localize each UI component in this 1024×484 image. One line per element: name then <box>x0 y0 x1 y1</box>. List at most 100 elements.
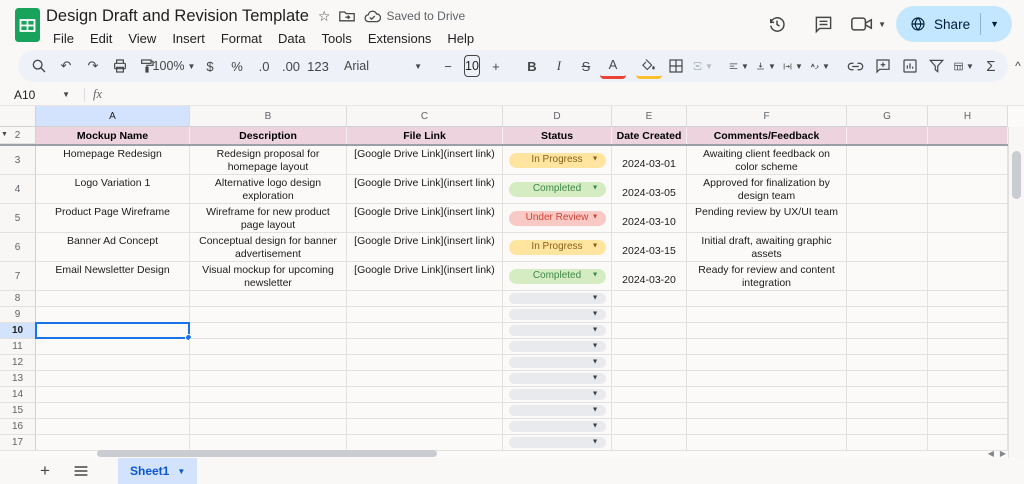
cell-E8[interactable] <box>612 291 687 307</box>
cell-G17[interactable] <box>847 435 928 451</box>
insert-comment-icon[interactable] <box>870 53 896 79</box>
cell-C3[interactable]: [Google Drive Link](insert link) <box>347 146 503 175</box>
star-icon[interactable]: ☆ <box>318 8 331 25</box>
cell-B5[interactable]: Wireframe for new product page layout <box>190 204 347 233</box>
cell-H13[interactable] <box>928 371 1008 387</box>
chip-caret-icon[interactable]: ▼ <box>592 390 599 399</box>
table-views-icon[interactable]: ▼ <box>951 53 977 79</box>
cell-G9[interactable] <box>847 307 928 323</box>
row-header-17[interactable]: 17 <box>0 435 36 451</box>
row-header-3[interactable]: 3 <box>0 146 36 175</box>
cell-D5[interactable]: Under Review ▼ <box>503 204 612 233</box>
add-sheet-icon[interactable]: + <box>30 459 60 483</box>
cell-G13[interactable] <box>847 371 928 387</box>
search-icon[interactable] <box>26 53 52 79</box>
chip-caret-icon[interactable]: ▼ <box>592 185 599 194</box>
status-chip[interactable]: ▼ <box>508 341 606 352</box>
cell-B13[interactable] <box>190 371 347 387</box>
cell-D14[interactable]: ▼ <box>503 387 612 403</box>
row-header-15[interactable]: 15 <box>0 403 36 419</box>
vertical-align-icon[interactable]: ▼ <box>753 53 779 79</box>
sheet-tab-sheet1[interactable]: Sheet1 ▼ <box>118 458 198 484</box>
cell-H3[interactable] <box>928 146 1008 175</box>
menu-tools[interactable]: Tools <box>314 29 358 48</box>
cell-C10[interactable] <box>347 323 503 339</box>
cell-C12[interactable] <box>347 355 503 371</box>
status-chip[interactable]: ▼ <box>508 325 606 336</box>
cell-C11[interactable] <box>347 339 503 355</box>
column-header-F[interactable]: F <box>687 106 847 127</box>
cell-A8[interactable] <box>36 291 190 307</box>
format-currency-icon[interactable]: $ <box>197 53 223 79</box>
cell-G5[interactable] <box>847 204 928 233</box>
cell-G10[interactable] <box>847 323 928 339</box>
scroll-right-icon[interactable]: ▶ <box>1000 449 1006 458</box>
chip-caret-icon[interactable]: ▼ <box>592 310 599 319</box>
cell-G3[interactable] <box>847 146 928 175</box>
chip-caret-icon[interactable]: ▼ <box>592 243 599 252</box>
cell-B17[interactable] <box>190 435 347 451</box>
scroll-left-icon[interactable]: ◀ <box>988 449 994 458</box>
increase-font-size-button[interactable]: + <box>483 53 509 79</box>
chip-caret-icon[interactable]: ▼ <box>592 326 599 335</box>
row-header-12[interactable]: 12 <box>0 355 36 371</box>
cell-B16[interactable] <box>190 419 347 435</box>
cell-D11[interactable]: ▼ <box>503 339 612 355</box>
cell-F3[interactable]: Awaiting client feedback on color scheme <box>687 146 847 175</box>
all-sheets-icon[interactable] <box>66 459 96 483</box>
cell-E13[interactable] <box>612 371 687 387</box>
cell-G16[interactable] <box>847 419 928 435</box>
row-header-10[interactable]: 10 <box>0 323 36 339</box>
version-history-icon[interactable] <box>759 6 795 42</box>
row-header-16[interactable]: 16 <box>0 419 36 435</box>
menu-view[interactable]: View <box>121 29 163 48</box>
cell-A15[interactable] <box>36 403 190 419</box>
cell-F7[interactable]: Ready for review and content integration <box>687 262 847 291</box>
cell-G4[interactable] <box>847 175 928 204</box>
insert-link-icon[interactable] <box>843 53 869 79</box>
header-cell-F2[interactable]: Comments/Feedback <box>687 127 847 144</box>
menu-edit[interactable]: Edit <box>83 29 119 48</box>
cell-F11[interactable] <box>687 339 847 355</box>
cell-C14[interactable] <box>347 387 503 403</box>
italic-button[interactable]: I <box>546 53 572 79</box>
cell-D3[interactable]: In Progress ▼ <box>503 146 612 175</box>
cell-A17[interactable] <box>36 435 190 451</box>
redo-icon[interactable]: ↷ <box>80 53 106 79</box>
undo-icon[interactable]: ↶ <box>53 53 79 79</box>
cell-B7[interactable]: Visual mockup for upcoming newsletter <box>190 262 347 291</box>
status-chip[interactable]: Completed ▼ <box>508 268 606 284</box>
bold-button[interactable]: B <box>519 53 545 79</box>
status-chip[interactable]: Under Review ▼ <box>508 210 606 226</box>
cell-A4[interactable]: Logo Variation 1 <box>36 175 190 204</box>
cell-F4[interactable]: Approved for finalization by design team <box>687 175 847 204</box>
cell-E16[interactable] <box>612 419 687 435</box>
status-chip[interactable]: ▼ <box>508 293 606 304</box>
cell-D4[interactable]: Completed ▼ <box>503 175 612 204</box>
cell-A7[interactable]: Email Newsletter Design <box>36 262 190 291</box>
cell-F10[interactable] <box>687 323 847 339</box>
cell-E10[interactable] <box>612 323 687 339</box>
vertical-scrollbar[interactable] <box>1008 127 1024 458</box>
cell-B12[interactable] <box>190 355 347 371</box>
create-filter-icon[interactable] <box>924 53 950 79</box>
cell-F15[interactable] <box>687 403 847 419</box>
chip-caret-icon[interactable]: ▼ <box>592 358 599 367</box>
menu-file[interactable]: File <box>46 29 81 48</box>
cell-C13[interactable] <box>347 371 503 387</box>
chip-caret-icon[interactable]: ▼ <box>592 294 599 303</box>
cell-A10[interactable] <box>35 322 192 341</box>
cell-H16[interactable] <box>928 419 1008 435</box>
cell-B9[interactable] <box>190 307 347 323</box>
merge-cells-icon[interactable]: ▼ <box>690 53 716 79</box>
cell-E15[interactable] <box>612 403 687 419</box>
cell-A14[interactable] <box>36 387 190 403</box>
cell-D12[interactable]: ▼ <box>503 355 612 371</box>
text-wrap-icon[interactable]: ▼ <box>780 53 806 79</box>
increase-decimal-icon[interactable]: .00 <box>278 53 304 79</box>
fill-color-icon[interactable] <box>635 53 662 79</box>
status-chip[interactable]: ▼ <box>508 437 606 448</box>
cell-D10[interactable]: ▼ <box>503 323 612 339</box>
cell-A16[interactable] <box>36 419 190 435</box>
cell-H15[interactable] <box>928 403 1008 419</box>
